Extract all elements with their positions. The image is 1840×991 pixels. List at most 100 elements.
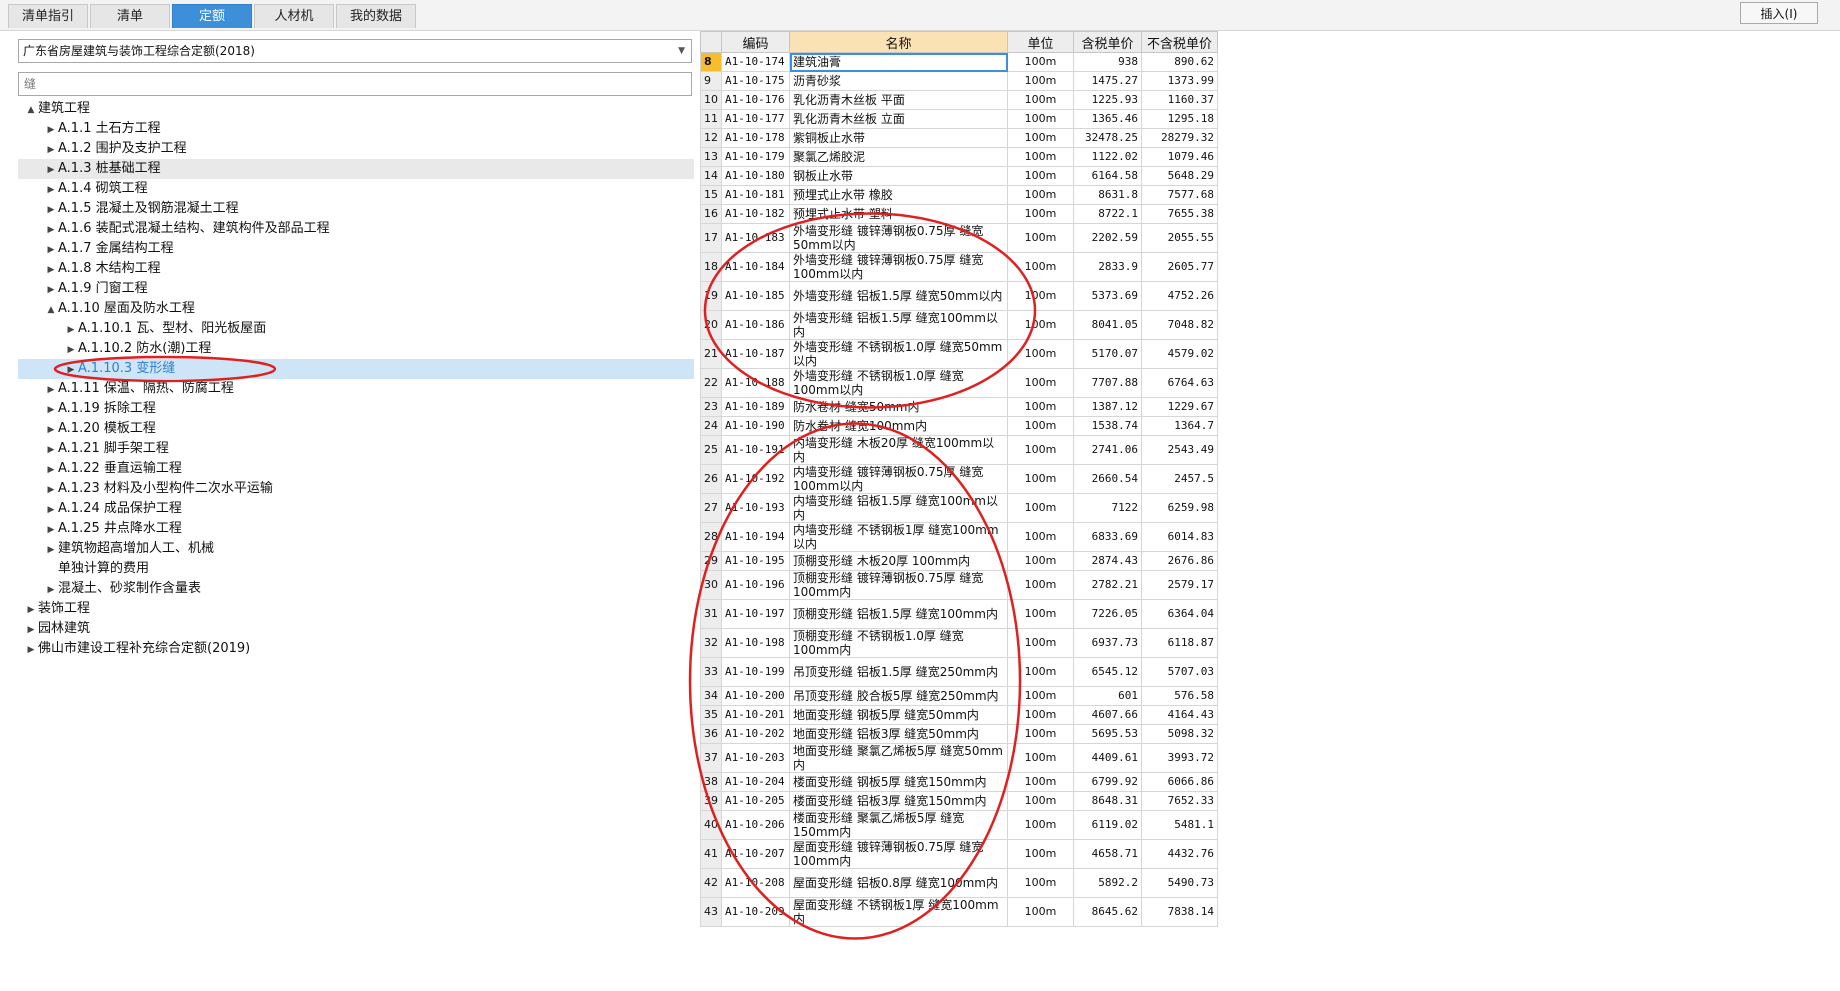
table-row[interactable]: 26 A1-10-192 内墙变形缝 镀锌薄钢板0.75厚 缝宽100mm以内 100… [700,464,1218,494]
price-without-tax[interactable]: 3993.72 [1141,743,1218,773]
tree-node[interactable]: ▶ A.1.1 土石方工程 [18,119,694,139]
expand-arrow-icon[interactable]: ▶ [64,360,78,380]
table-row[interactable]: 13 A1-10-179 聚氯乙烯胶泥 100m 1122.02 1079.46 [700,147,1218,167]
row-number[interactable]: 40 [700,810,722,840]
price-without-tax[interactable]: 7652.33 [1141,791,1218,811]
price-without-tax[interactable]: 1229.67 [1141,397,1218,417]
quota-code[interactable]: A1-10-193 [721,493,790,523]
table-row[interactable]: 35 A1-10-201 地面变形缝 钢板5厚 缝宽50mm内 100m 4607.66… [700,705,1218,725]
tree-node[interactable]: ▶ 佛山市建设工程补充综合定额(2019) [18,639,694,659]
price-with-tax[interactable]: 8041.05 [1073,310,1142,340]
expand-arrow-icon[interactable]: ▶ [44,440,58,460]
quota-name[interactable]: 吊顶变形缝 胶合板5厚 缝宽250mm内 [789,686,1008,706]
expand-arrow-icon[interactable]: ▶ [44,140,58,160]
row-number[interactable]: 38 [700,772,722,792]
row-number[interactable]: 19 [700,281,722,311]
tree-node[interactable]: ▶ A.1.10.3 变形缝 [18,359,694,379]
quota-name[interactable]: 顶棚变形缝 不锈钢板1.0厚 缝宽100mm内 [789,628,1008,658]
quota-unit[interactable]: 100m [1007,368,1074,398]
expand-arrow-icon[interactable]: ▶ [44,400,58,420]
row-number[interactable]: 35 [700,705,722,725]
quota-code[interactable]: A1-10-200 [721,686,790,706]
row-number[interactable]: 25 [700,435,722,465]
tree-node[interactable]: ▶ A.1.5 混凝土及钢筋混凝土工程 [18,199,694,219]
tree-node[interactable]: ▲ 建筑工程 [18,99,694,119]
tree-node[interactable]: ▶ 建筑物超高增加人工、机械 [18,539,694,559]
price-with-tax[interactable]: 1225.93 [1073,90,1142,110]
header-unit[interactable]: 单位 [1007,31,1074,53]
expand-arrow-icon[interactable]: ▶ [64,320,78,340]
quota-code[interactable]: A1-10-190 [721,416,790,436]
quota-name[interactable]: 内墙变形缝 木板20厚 缝宽100mm以内 [789,435,1008,465]
row-number[interactable]: 28 [700,522,722,552]
price-without-tax[interactable]: 576.58 [1141,686,1218,706]
row-number[interactable]: 9 [700,71,722,91]
tree-node[interactable]: ▶ 装饰工程 [18,599,694,619]
quota-code[interactable]: A1-10-198 [721,628,790,658]
price-without-tax[interactable]: 6259.98 [1141,493,1218,523]
price-without-tax[interactable]: 1373.99 [1141,71,1218,91]
price-with-tax[interactable]: 8631.8 [1073,185,1142,205]
quota-unit[interactable]: 100m [1007,435,1074,465]
price-with-tax[interactable]: 5170.07 [1073,339,1142,369]
quota-code[interactable]: A1-10-201 [721,705,790,725]
quota-unit[interactable]: 100m [1007,705,1074,725]
table-row[interactable]: 40 A1-10-206 楼面变形缝 聚氯乙烯板5厚 缝宽150mm内 100m 611… [700,810,1218,840]
collapse-arrow-icon[interactable]: ▲ [44,300,58,320]
quota-name[interactable]: 屋面变形缝 铝板0.8厚 缝宽100mm内 [789,868,1008,898]
expand-arrow-icon[interactable]: ▶ [44,500,58,520]
table-row[interactable]: 15 A1-10-181 预埋式止水带 橡胶 100m 8631.8 7577.68 [700,185,1218,205]
quota-name[interactable]: 楼面变形缝 钢板5厚 缝宽150mm内 [789,772,1008,792]
price-without-tax[interactable]: 28279.32 [1141,128,1218,148]
price-with-tax[interactable]: 5892.2 [1073,868,1142,898]
price-with-tax[interactable]: 6799.92 [1073,772,1142,792]
quota-code[interactable]: A1-10-209 [721,897,790,927]
quota-unit[interactable]: 100m [1007,772,1074,792]
row-number[interactable]: 34 [700,686,722,706]
price-with-tax[interactable]: 4409.61 [1073,743,1142,773]
quota-name[interactable]: 内墙变形缝 镀锌薄钢板0.75厚 缝宽100mm以内 [789,464,1008,494]
quota-code[interactable]: A1-10-184 [721,252,790,282]
quota-code[interactable]: A1-10-175 [721,71,790,91]
price-with-tax[interactable]: 32478.25 [1073,128,1142,148]
price-without-tax[interactable]: 7655.38 [1141,204,1218,224]
quota-code[interactable]: A1-10-174 [721,52,790,72]
expand-arrow-icon[interactable]: ▶ [44,120,58,140]
quota-unit[interactable]: 100m [1007,252,1074,282]
price-with-tax[interactable]: 6937.73 [1073,628,1142,658]
tab-labor-material-machine[interactable]: 人材机 [254,4,334,28]
table-row[interactable]: 42 A1-10-208 屋面变形缝 铝板0.8厚 缝宽100mm内 100m 5892… [700,868,1218,898]
price-with-tax[interactable]: 8722.1 [1073,204,1142,224]
header-name[interactable]: 名称 [789,31,1008,53]
price-with-tax[interactable]: 1365.46 [1073,109,1142,129]
row-number[interactable]: 33 [700,657,722,687]
tree-node[interactable]: ▲ A.1.10 屋面及防水工程 [18,299,694,319]
price-without-tax[interactable]: 4164.43 [1141,705,1218,725]
quota-code[interactable]: A1-10-177 [721,109,790,129]
header-price-with-tax[interactable]: 含税单价 [1073,31,1142,53]
quota-name[interactable]: 内墙变形缝 不锈钢板1厚 缝宽100mm以内 [789,522,1008,552]
quota-name[interactable]: 紫铜板止水带 [789,128,1008,148]
quota-name[interactable]: 外墙变形缝 铝板1.5厚 缝宽50mm以内 [789,281,1008,311]
expand-arrow-icon[interactable]: ▶ [24,600,38,620]
expand-arrow-icon[interactable]: ▶ [24,640,38,660]
price-without-tax[interactable]: 5098.32 [1141,724,1218,744]
row-number[interactable]: 15 [700,185,722,205]
row-number[interactable]: 30 [700,570,722,600]
quota-name[interactable]: 钢板止水带 [789,166,1008,186]
quota-unit[interactable]: 100m [1007,868,1074,898]
price-with-tax[interactable]: 1387.12 [1073,397,1142,417]
tree-node[interactable]: ▶ A.1.2 围护及支护工程 [18,139,694,159]
price-without-tax[interactable]: 1079.46 [1141,147,1218,167]
quota-name[interactable]: 乳化沥青木丝板 立面 [789,109,1008,129]
tree-node[interactable]: ▶ A.1.22 垂直运输工程 [18,459,694,479]
tree-node[interactable]: ▶ A.1.10.2 防水(潮)工程 [18,339,694,359]
row-number[interactable]: 41 [700,839,722,869]
tree-node[interactable]: ▶ A.1.11 保温、隔热、防腐工程 [18,379,694,399]
price-with-tax[interactable]: 1122.02 [1073,147,1142,167]
table-row[interactable]: 19 A1-10-185 外墙变形缝 铝板1.5厚 缝宽50mm以内 100m 5373… [700,281,1218,311]
quota-name[interactable]: 外墙变形缝 镀锌薄钢板0.75厚 缝宽100mm以内 [789,252,1008,282]
expand-arrow-icon[interactable]: ▶ [44,480,58,500]
quota-unit[interactable]: 100m [1007,204,1074,224]
table-row[interactable]: 34 A1-10-200 吊顶变形缝 胶合板5厚 缝宽250mm内 100m 601 57… [700,686,1218,706]
